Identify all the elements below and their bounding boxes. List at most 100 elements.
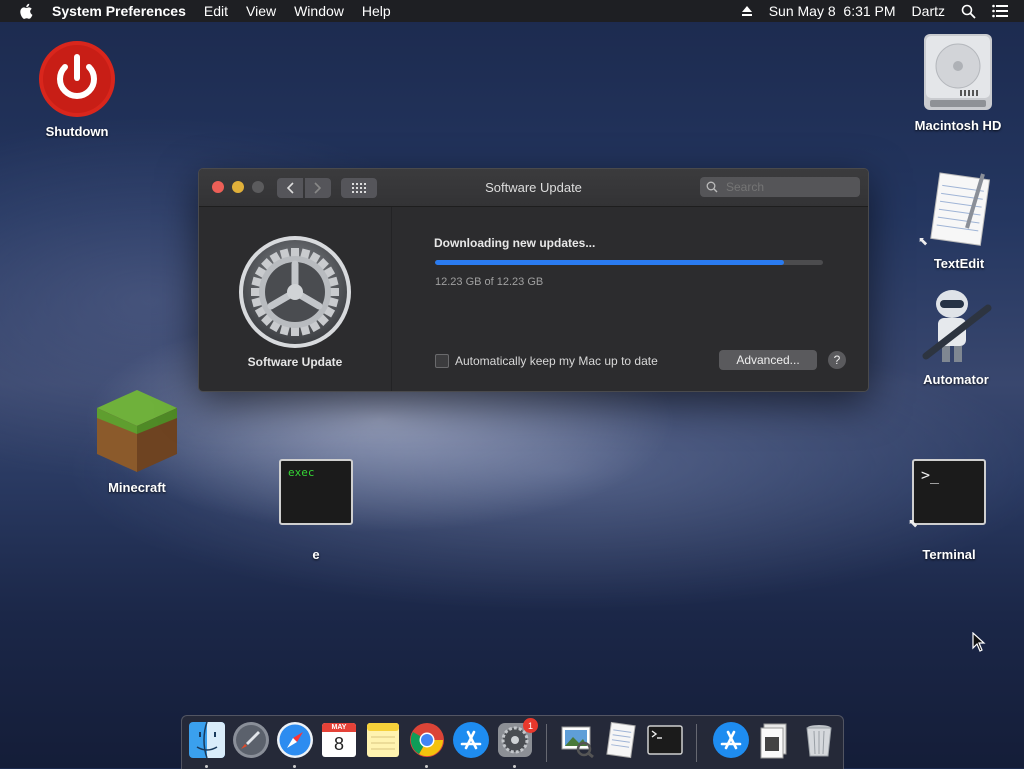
dock-preview[interactable] xyxy=(558,721,596,759)
auto-update-label[interactable]: Automatically keep my Mac up to date xyxy=(455,354,658,368)
clock[interactable]: Sun May 8 6:31 PM xyxy=(769,3,896,19)
dock-separator xyxy=(696,724,697,762)
textedit-icon xyxy=(930,172,991,246)
desktop-shutdown[interactable]: Shutdown xyxy=(22,40,132,139)
mouse-cursor-icon xyxy=(972,632,986,652)
desktop-automator[interactable]: Automator xyxy=(901,286,1011,387)
app-store-icon xyxy=(453,722,489,758)
desktop-textedit[interactable]: TextEdit xyxy=(904,170,1014,271)
auto-update-row: Automatically keep my Mac up to date xyxy=(435,354,658,368)
launchpad-rocket-icon xyxy=(233,722,269,758)
document-stack-icon xyxy=(760,723,787,759)
terminal-label: Terminal xyxy=(922,547,976,562)
apple-icon[interactable] xyxy=(18,2,36,20)
calendar-month: MAY xyxy=(322,723,356,732)
chevron-left-icon xyxy=(286,182,294,194)
textedit-label: TextEdit xyxy=(933,256,985,271)
dock-chrome[interactable] xyxy=(408,721,446,759)
automator-label: Automator xyxy=(923,372,989,387)
eject-icon[interactable] xyxy=(741,5,753,17)
menu-edit[interactable]: Edit xyxy=(204,3,228,19)
dock: MAY 8 1 xyxy=(181,715,844,769)
power-icon xyxy=(39,41,115,117)
close-button[interactable] xyxy=(212,181,224,193)
user-name[interactable]: Dartz xyxy=(912,3,945,19)
menu-extras: Sun May 8 6:31 PM Dartz xyxy=(741,0,1024,22)
notes-icon xyxy=(367,723,399,757)
window-body: Software Update Downloading new updates.… xyxy=(199,207,868,391)
dock-app-store[interactable] xyxy=(452,721,490,759)
download-progress-bar xyxy=(435,260,823,265)
dock-app-store-downloads[interactable] xyxy=(712,721,750,759)
dock-calendar[interactable]: MAY 8 xyxy=(320,721,358,759)
chrome-icon xyxy=(410,723,444,757)
exec-terminal-icon: exec xyxy=(279,459,353,525)
zoom-button[interactable] xyxy=(252,181,264,193)
terminal-icon: >_ xyxy=(912,459,986,525)
textedit-icon xyxy=(606,721,636,759)
dock-notes[interactable] xyxy=(364,721,402,759)
hard-drive-icon xyxy=(924,34,992,110)
desktop-exec-file[interactable]: exec e xyxy=(261,459,371,562)
dock-separator xyxy=(546,724,547,762)
menu-window[interactable]: Window xyxy=(294,3,344,19)
progress-fill xyxy=(435,260,785,265)
terminal-prompt: >_ xyxy=(921,466,940,484)
software-update-window: Software Update Search Software Update D… xyxy=(198,168,869,392)
finder-icon xyxy=(189,721,225,759)
download-status: Downloading new updates... xyxy=(434,236,596,250)
back-button[interactable] xyxy=(277,178,303,198)
forward-button[interactable] xyxy=(305,178,331,198)
alias-arrow-icon: ⬉ xyxy=(918,234,929,248)
show-all-button[interactable] xyxy=(341,178,377,198)
software-update-gear-icon xyxy=(238,235,352,349)
help-button[interactable]: ? xyxy=(828,351,846,369)
automator-robot-icon xyxy=(922,290,992,362)
calendar-icon: MAY 8 xyxy=(322,723,356,757)
search-input[interactable] xyxy=(724,179,848,195)
terminal-icon xyxy=(647,725,683,755)
auto-update-checkbox[interactable] xyxy=(435,354,449,368)
menu-app-name[interactable]: System Preferences xyxy=(52,3,186,19)
left-pane: Software Update xyxy=(199,207,392,391)
desktop-terminal[interactable]: >_ Terminal xyxy=(894,459,1004,562)
exec-file-label: e xyxy=(312,547,320,562)
download-size: 12.23 GB of 12.23 GB xyxy=(435,276,544,288)
dock-safari[interactable] xyxy=(276,721,314,759)
safari-compass-icon xyxy=(277,722,313,758)
update-badge: 1 xyxy=(523,718,538,733)
desktop-minecraft[interactable]: Minecraft xyxy=(82,388,192,495)
dock-finder[interactable] xyxy=(188,721,226,759)
preview-photos-icon xyxy=(561,726,594,759)
right-pane: Downloading new updates... 12.23 GB of 1… xyxy=(392,207,868,391)
minecraft-label: Minecraft xyxy=(108,480,166,495)
menu-bar: System Preferences Edit View Window Help… xyxy=(0,0,1024,22)
menu-view[interactable]: View xyxy=(246,3,276,19)
dock-system-preferences[interactable]: 1 xyxy=(496,718,538,759)
macintosh-hd-label: Macintosh HD xyxy=(914,118,1002,133)
search-icon xyxy=(706,181,718,193)
minimize-button[interactable] xyxy=(232,181,244,193)
trash-icon xyxy=(806,725,832,757)
dock-launchpad[interactable] xyxy=(232,721,270,759)
grid-icon xyxy=(352,183,366,193)
shutdown-label: Shutdown xyxy=(45,124,109,139)
advanced-button[interactable]: Advanced... xyxy=(719,350,817,370)
dock-trash[interactable] xyxy=(800,721,838,759)
exec-tag: exec xyxy=(288,466,315,479)
alias-arrow-icon: ⬉ xyxy=(908,516,919,530)
title-bar[interactable]: Software Update xyxy=(199,169,868,207)
calendar-day: 8 xyxy=(333,734,344,754)
pane-caption: Software Update xyxy=(247,355,343,369)
spotlight-icon[interactable] xyxy=(961,4,976,19)
app-store-icon xyxy=(713,722,749,758)
notification-center-icon[interactable] xyxy=(992,4,1008,18)
dock-terminal[interactable] xyxy=(646,721,684,759)
menu-help[interactable]: Help xyxy=(362,3,391,19)
search-field[interactable] xyxy=(700,177,860,197)
dock-textedit[interactable] xyxy=(602,721,640,759)
desktop-macintosh-hd[interactable]: Macintosh HD xyxy=(903,32,1013,133)
dock-documents[interactable] xyxy=(756,721,794,759)
chevron-right-icon xyxy=(314,182,322,194)
minecraft-block-icon xyxy=(97,390,177,472)
